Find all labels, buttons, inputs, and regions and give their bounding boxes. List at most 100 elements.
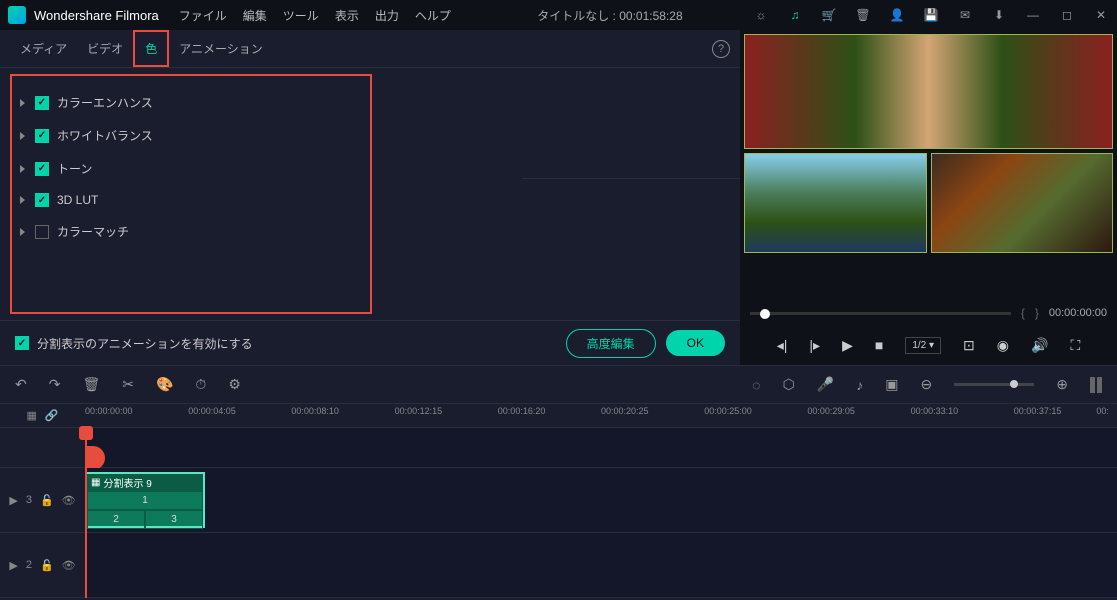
user-icon[interactable]: 👤 — [889, 7, 905, 23]
tab-animation[interactable]: アニメーション — [169, 32, 273, 65]
undo-icon[interactable]: ↶ — [15, 376, 27, 393]
delete-icon[interactable]: 🗑 — [82, 376, 100, 393]
stop-icon[interactable]: ■ — [875, 337, 883, 353]
volume-icon[interactable]: 🔊 — [1031, 337, 1048, 354]
speed-icon[interactable]: ⏱ — [195, 376, 206, 393]
playback-speed[interactable]: 1/2 ▾ — [905, 337, 941, 354]
audio-mixer-icon[interactable]: ♪ — [856, 377, 863, 393]
color-item-tone[interactable]: ✓ トーン — [12, 152, 370, 185]
scrub-thumb[interactable] — [760, 309, 770, 319]
expand-arrow-icon[interactable] — [20, 196, 25, 204]
minimize-icon[interactable]: — — [1025, 7, 1041, 23]
lightbulb-icon[interactable]: ☼ — [753, 7, 769, 23]
voiceover-icon[interactable]: 🎤 — [817, 376, 834, 393]
prev-frame-icon[interactable]: |▸ — [809, 337, 820, 354]
tab-color[interactable]: 色 — [133, 30, 169, 67]
marker-icon[interactable]: ⬡ — [783, 376, 795, 393]
play-icon[interactable]: ▶ — [842, 337, 853, 354]
ruler-tick: 00:00:20:25 — [601, 406, 649, 416]
step-back-icon[interactable]: ◂| — [777, 337, 788, 354]
property-tabs: メディア ビデオ 色 アニメーション ? — [0, 30, 740, 68]
tab-video[interactable]: ビデオ — [77, 32, 133, 65]
expand-arrow-icon[interactable] — [20, 228, 25, 236]
lock-icon[interactable]: 🔓 — [40, 559, 54, 572]
checkbox-3dlut[interactable]: ✓ — [35, 193, 49, 207]
track-content[interactable] — [85, 428, 1117, 467]
menu-help[interactable]: ヘルプ — [415, 7, 451, 24]
menu-edit[interactable]: 編集 — [243, 7, 267, 24]
close-icon[interactable]: ✕ — [1093, 7, 1109, 23]
track-content[interactable]: ▦分割表示 9 1 2 3 — [85, 468, 1117, 532]
menu-view[interactable]: 表示 — [335, 7, 359, 24]
timeline-toolbar: ↶ ↷ 🗑 ✂ 🎨 ⏱ ⚙ ◌ ⬡ 🎤 ♪ ▣ ⊖ ⊕ — [0, 366, 1117, 404]
ruler-tick: 00:00:00:00 — [85, 406, 133, 416]
checkbox-animation[interactable]: ✓ — [15, 336, 29, 350]
color-item-enhance[interactable]: ✓ カラーエンハンス — [12, 86, 370, 119]
save-icon[interactable]: 💾 — [923, 7, 939, 23]
timeline-ruler[interactable]: 00:00:00:00 00:00:04:05 00:00:08:10 00:0… — [85, 404, 1117, 427]
track-content[interactable] — [85, 533, 1117, 597]
timeline-ruler-row: ▦ 🔗 00:00:00:00 00:00:04:05 00:00:08:10 … — [0, 404, 1117, 428]
snapshot-icon[interactable]: ◉ — [997, 337, 1009, 354]
settings-icon[interactable]: ⚙ — [228, 376, 241, 393]
zoom-in-icon[interactable]: ⊕ — [1056, 376, 1068, 393]
checkbox-tone[interactable]: ✓ — [35, 162, 49, 176]
checkbox-whitebalance[interactable]: ✓ — [35, 129, 49, 143]
color-item-3dlut[interactable]: ✓ 3D LUT — [12, 185, 370, 215]
color-item-whitebalance[interactable]: ✓ ホワイトバランス — [12, 119, 370, 152]
preview-cell-2 — [744, 153, 927, 253]
track-manager-icon[interactable]: ▦ — [26, 409, 36, 422]
transition-marker-icon[interactable] — [85, 446, 105, 470]
ruler-tick: 00:00:08:10 — [291, 406, 339, 416]
split-screen-clip[interactable]: ▦分割表示 9 1 2 3 — [85, 472, 205, 528]
expand-arrow-icon[interactable] — [20, 132, 25, 140]
fullscreen-icon[interactable]: ⛶ — [1070, 337, 1080, 354]
ruler-tick: 00:00:29:05 — [807, 406, 855, 416]
split-cell: 1 — [87, 491, 203, 510]
ruler-tick: 00:00:37:15 — [1014, 406, 1062, 416]
checkbox-colormatch[interactable] — [35, 225, 49, 239]
menu-output[interactable]: 出力 — [375, 7, 399, 24]
cut-icon[interactable]: ✂ — [122, 376, 134, 393]
ruler-head: ▦ 🔗 — [0, 404, 85, 427]
render-icon[interactable]: ◌ — [752, 377, 760, 393]
cart-icon[interactable]: 🛒 — [821, 7, 837, 23]
color-adjustments-list: ✓ カラーエンハンス ✓ ホワイトバランス ✓ トーン ✓ 3D LUT — [10, 74, 372, 314]
lock-icon[interactable]: 🔓 — [40, 494, 54, 507]
brace-left-icon[interactable]: { — [1021, 306, 1025, 320]
zoom-slider[interactable] — [954, 383, 1034, 386]
headphones-icon[interactable]: ♫ — [787, 7, 803, 23]
track-head: ▶2 🔓 👁 — [0, 533, 85, 597]
menu-tools[interactable]: ツール — [283, 7, 319, 24]
playhead[interactable] — [85, 428, 87, 598]
download-icon[interactable]: ⬇ — [991, 7, 1007, 23]
app-logo-icon — [8, 6, 26, 24]
ok-button[interactable]: OK — [666, 330, 725, 356]
zoom-out-icon[interactable]: ⊖ — [921, 376, 933, 393]
zoom-thumb[interactable] — [1010, 380, 1018, 388]
crop-icon[interactable]: ▣ — [885, 376, 898, 393]
visibility-icon[interactable]: 👁 — [62, 494, 76, 507]
advanced-edit-button[interactable]: 高度編集 — [566, 329, 656, 358]
link-icon[interactable]: 🔗 — [45, 409, 59, 422]
palette-icon[interactable]: 🎨 — [156, 376, 173, 393]
maximize-icon[interactable]: ◻ — [1059, 7, 1075, 23]
checkbox-enhance[interactable]: ✓ — [35, 96, 49, 110]
scrub-track[interactable] — [750, 312, 1011, 315]
color-item-colormatch[interactable]: カラーマッチ — [12, 215, 370, 248]
tab-media[interactable]: メディア — [10, 32, 77, 65]
brace-right-icon[interactable]: } — [1035, 306, 1039, 320]
timeline-layout-icon[interactable] — [1090, 377, 1102, 393]
menu-file[interactable]: ファイル — [179, 7, 227, 24]
playhead-handle[interactable] — [79, 426, 93, 440]
ruler-tick: 00: — [1096, 406, 1109, 416]
display-icon[interactable]: ⊡ — [963, 337, 975, 354]
expand-arrow-icon[interactable] — [20, 165, 25, 173]
expand-arrow-icon[interactable] — [20, 99, 25, 107]
visibility-icon[interactable]: 👁 — [62, 559, 76, 572]
redo-icon[interactable]: ↷ — [49, 376, 61, 393]
trash-icon[interactable]: 🗑 — [855, 7, 871, 23]
titlebar: Wondershare Filmora ファイル 編集 ツール 表示 出力 ヘル… — [0, 0, 1117, 30]
help-icon[interactable]: ? — [712, 40, 730, 58]
mail-icon[interactable]: ✉ — [957, 7, 973, 23]
